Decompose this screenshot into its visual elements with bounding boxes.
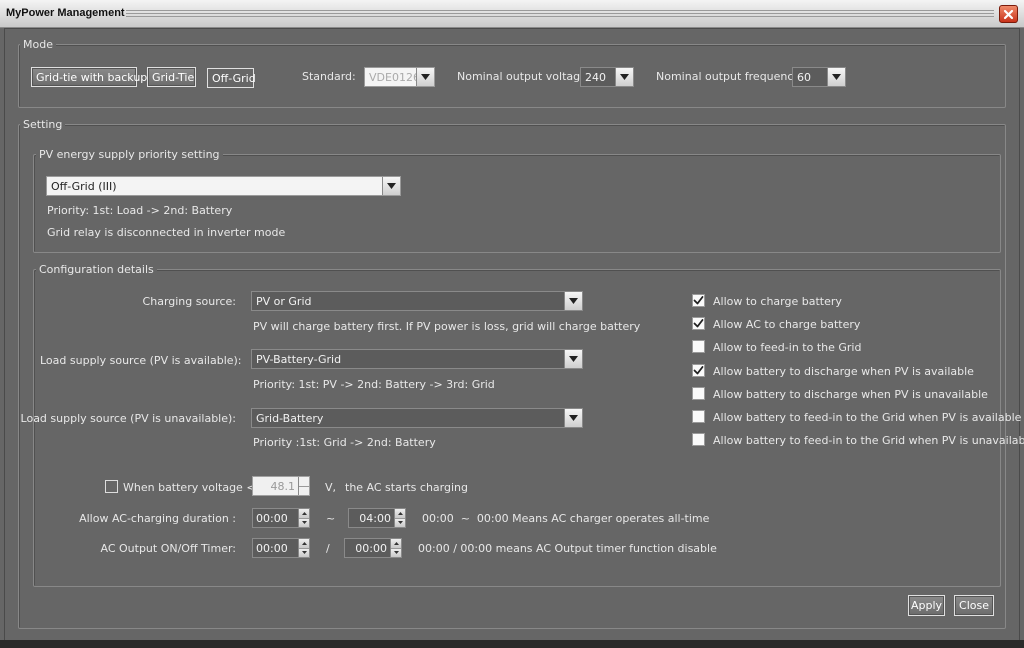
checkbox-3[interactable] — [692, 364, 705, 377]
ac-timer-note: 00:00 / 00:00 means AC Output timer func… — [418, 542, 717, 555]
mode-grid-tie-backup-button[interactable]: Grid-tie with backup — [31, 67, 147, 87]
chevron-down-icon — [416, 68, 434, 86]
load-pv-unavailable-select[interactable]: Grid-Battery — [251, 408, 583, 428]
standard-select[interactable]: VDE0126 — [364, 67, 435, 87]
battery-voltage-checkbox[interactable] — [105, 480, 118, 493]
battery-voltage-value: 48.1 — [270, 479, 296, 493]
spinner-up-icon[interactable] — [299, 477, 309, 486]
charging-source-label: Charging source: — [142, 295, 236, 308]
nominal-voltage-value: 240 — [585, 70, 606, 84]
spinner-down-icon[interactable] — [299, 485, 309, 495]
load-pv-available-label: Load supply source (PV is available): — [40, 354, 242, 367]
standard-label: Standard: — [302, 70, 356, 83]
checkmark-icon — [693, 296, 704, 305]
ac-timer-start-spinner[interactable]: 00:00 — [252, 538, 310, 558]
checkbox-label: Allow battery to discharge when PV is av… — [713, 365, 974, 378]
mode-legend: Mode — [20, 38, 56, 51]
mode-off-grid-button[interactable]: Off-Grid — [207, 68, 256, 88]
window-title: MyPower Management — [6, 7, 125, 19]
checkbox-label: Allow battery to discharge when PV is un… — [713, 388, 988, 401]
ac-duration-separator: ~ — [326, 512, 336, 525]
ac-duration-label: Allow AC-charging duration : — [79, 512, 236, 525]
checkbox-6[interactable] — [692, 433, 705, 446]
chevron-down-icon — [564, 292, 582, 310]
spinner-up-icon[interactable] — [299, 509, 309, 518]
checkmark-icon — [693, 366, 704, 375]
ac-timer-end-spinner[interactable]: 00:00 — [344, 538, 402, 558]
title-bar-grip — [126, 10, 994, 18]
checkbox-label: Allow battery to feed-in to the Grid whe… — [713, 434, 1024, 447]
checkbox-0[interactable] — [692, 294, 705, 307]
ac-timer-end-value: 00:00 — [355, 541, 387, 555]
nominal-voltage-label: Nominal output voltage: — [457, 70, 591, 83]
nominal-frequency-value: 60 — [797, 70, 811, 84]
ac-duration-end-value: 04:00 — [359, 511, 391, 525]
checkbox-2[interactable] — [692, 340, 705, 353]
load-pv-available-value: PV-Battery-Grid — [256, 352, 342, 366]
apply-button[interactable]: Apply — [908, 595, 945, 616]
spinner-down-icon[interactable] — [391, 547, 401, 557]
spinner-down-icon[interactable] — [395, 517, 405, 527]
standard-value: VDE0126 — [369, 70, 416, 84]
pv-priority-text: Priority: 1st: Load -> 2nd: Battery — [47, 204, 233, 217]
battery-voltage-label: When battery voltage < — [123, 481, 256, 494]
chevron-down-icon — [827, 68, 845, 86]
config-details-group — [33, 269, 1001, 587]
ac-duration-start-spinner[interactable]: 00:00 — [252, 508, 310, 528]
config-details-legend: Configuration details — [36, 263, 157, 276]
checkbox-label: Allow AC to charge battery — [713, 318, 861, 331]
ac-timer-label: AC Output ON/Off Timer: — [100, 542, 237, 555]
pv-priority-legend: PV energy supply priority setting — [36, 148, 223, 161]
chevron-down-icon — [615, 68, 633, 86]
spinner-up-icon[interactable] — [299, 539, 309, 548]
battery-voltage-spinner[interactable]: 48.1 — [252, 476, 310, 496]
load-pv-unavailable-desc: Priority :1st: Grid -> 2nd: Battery — [253, 436, 436, 449]
checkbox-label: Allow to feed-in to the Grid — [713, 341, 862, 354]
chevron-down-icon — [564, 350, 582, 368]
chevron-down-icon — [564, 409, 582, 427]
battery-voltage-unit: V, — [325, 481, 337, 494]
checkmark-icon — [693, 319, 704, 328]
nominal-voltage-select[interactable]: 240 — [580, 67, 634, 87]
ac-duration-end-spinner[interactable]: 04:00 — [348, 508, 406, 528]
checkbox-4[interactable] — [692, 387, 705, 400]
ac-timer-separator: / — [326, 542, 330, 555]
spinner-up-icon[interactable] — [391, 539, 401, 548]
load-pv-available-desc: Priority: 1st: PV -> 2nd: Battery -> 3rd… — [253, 378, 495, 391]
ac-timer-start-value: 00:00 — [256, 541, 288, 555]
spinner-down-icon[interactable] — [299, 547, 309, 557]
chevron-down-icon — [382, 177, 400, 195]
close-button[interactable]: Close — [954, 595, 994, 616]
pv-priority-value: Off-Grid (III) — [51, 179, 117, 193]
battery-voltage-suffix: the AC starts charging — [345, 481, 468, 494]
load-pv-available-select[interactable]: PV-Battery-Grid — [251, 349, 583, 369]
pv-priority-select[interactable]: Off-Grid (III) — [46, 176, 401, 196]
checkbox-5[interactable] — [692, 410, 705, 423]
taskbar-strip — [0, 640, 1024, 648]
window-close-button[interactable] — [999, 5, 1018, 23]
close-icon — [1003, 9, 1014, 19]
nominal-frequency-label: Nominal output frequency: — [656, 70, 803, 83]
spinner-down-icon[interactable] — [299, 517, 309, 527]
nominal-frequency-select[interactable]: 60 — [792, 67, 846, 87]
load-pv-unavailable-label: Load supply source (PV is unavailable): — [20, 412, 236, 425]
checkbox-label: Allow battery to feed-in to the Grid whe… — [713, 411, 1022, 424]
ac-duration-note: 00:00 ~ 00:00 Means AC charger operates … — [422, 512, 710, 525]
checkbox-label: Allow to charge battery — [713, 295, 842, 308]
setting-legend: Setting — [20, 118, 66, 131]
checkbox-1[interactable] — [692, 317, 705, 330]
charging-source-desc: PV will charge battery first. If PV powe… — [253, 320, 641, 333]
charging-source-select[interactable]: PV or Grid — [251, 291, 583, 311]
load-pv-unavailable-value: Grid-Battery — [256, 411, 324, 425]
spinner-up-icon[interactable] — [395, 509, 405, 518]
mode-grid-tie-button[interactable]: Grid-Tie — [147, 67, 196, 87]
charging-source-value: PV or Grid — [256, 294, 312, 308]
ac-duration-start-value: 00:00 — [256, 511, 288, 525]
grid-relay-text: Grid relay is disconnected in inverter m… — [47, 226, 286, 239]
